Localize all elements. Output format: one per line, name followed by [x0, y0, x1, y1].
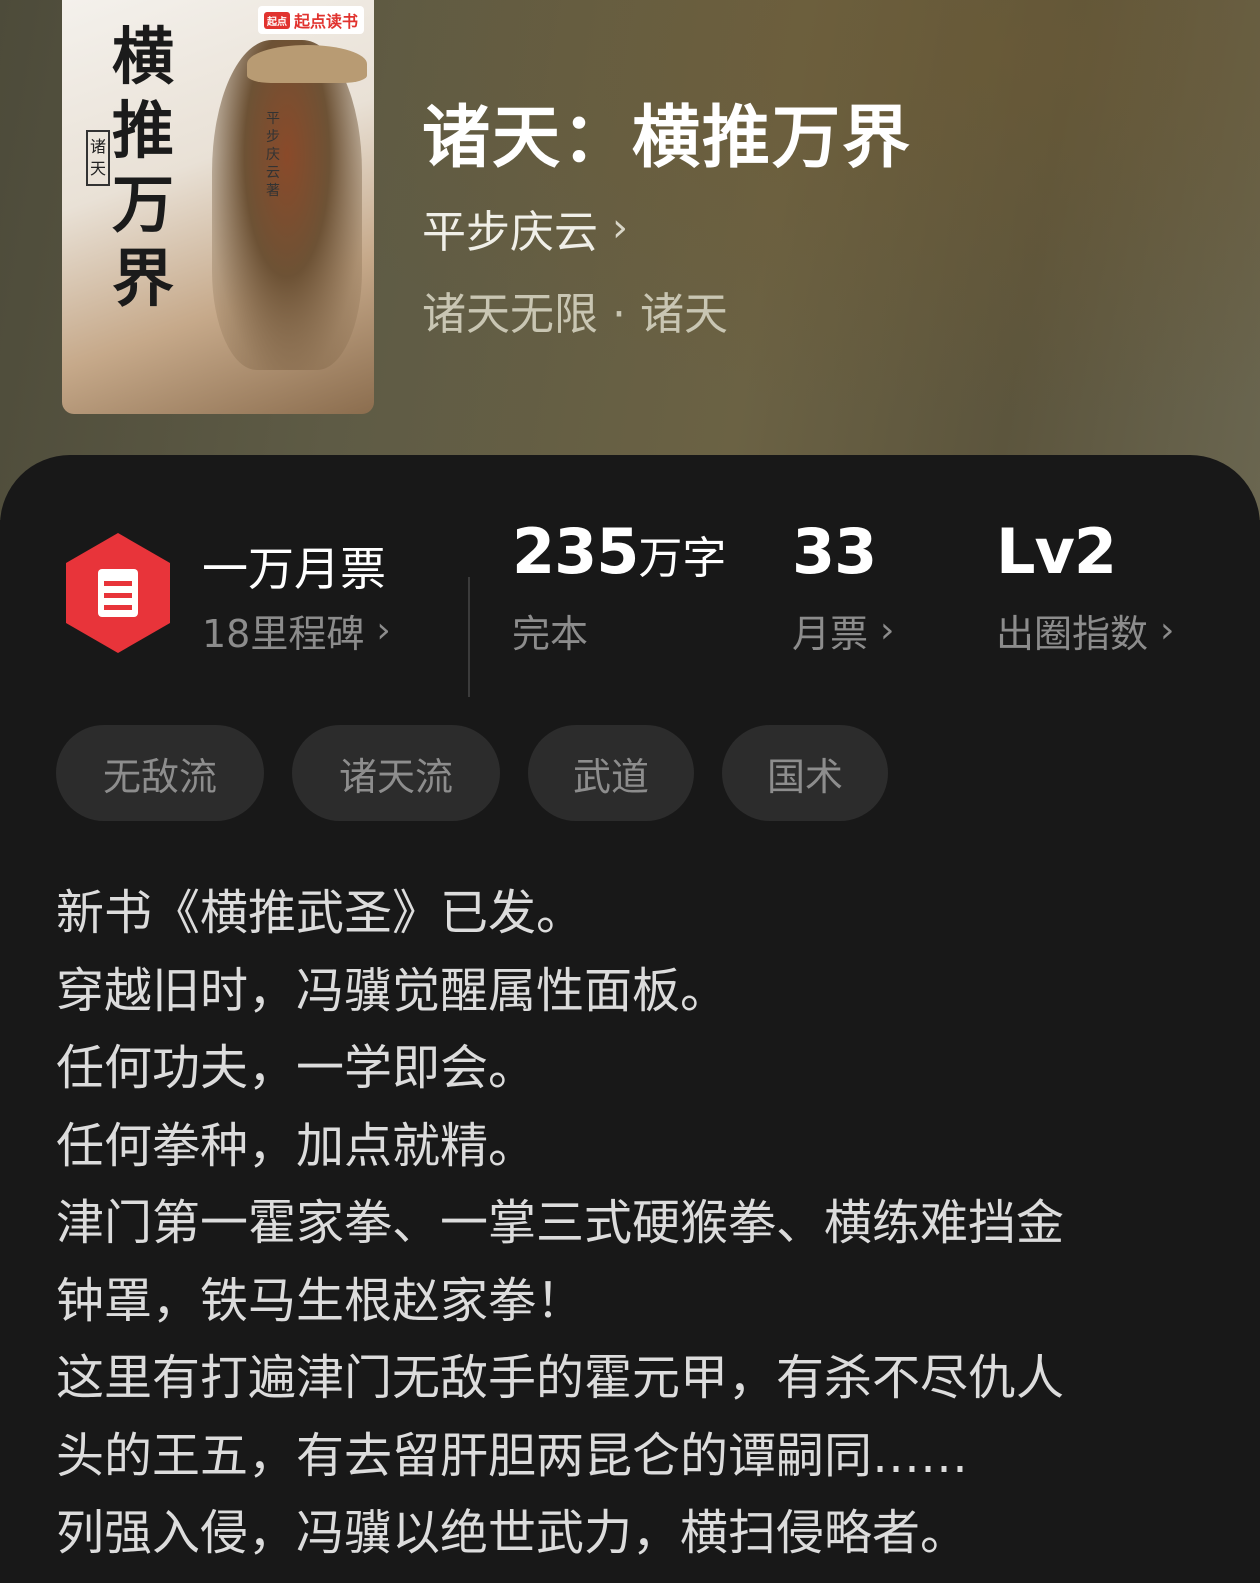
cover-publisher-badge: 起点 起点读书 [257, 6, 364, 34]
publisher-name: 起点读书 [293, 12, 358, 31]
cover-small-title: 诸天 [86, 130, 110, 186]
chevron-right-icon: › [376, 610, 391, 651]
popularity-index: Lv2 [996, 515, 1117, 588]
ticket-rank-label: 一万月票 [202, 542, 386, 596]
author-link[interactable]: 平步庆云 › [422, 196, 628, 260]
cover-calligraphy-title: 横推万界 [112, 20, 175, 315]
tag-chip[interactable]: 诸天流 [292, 725, 500, 821]
monthly-ticket-label: 月票 [792, 612, 869, 656]
book-genre[interactable]: 诸天无限 · 诸天 [422, 278, 728, 342]
tag-list: 无敌流 诸天流 武道 国术 [56, 725, 888, 821]
stats-divider [468, 577, 470, 697]
word-count-number: 235 [512, 515, 639, 588]
chevron-right-icon: › [612, 205, 628, 251]
stats-row: 一万月票 18里程碑 › 235万字 完本 33 月票 › Lv2 出圈指数 › [0, 515, 1260, 697]
content-panel: 一万月票 18里程碑 › 235万字 完本 33 月票 › Lv2 出圈指数 ›… [0, 455, 1260, 1583]
description-line: 新书《横推武圣》已发。 [56, 885, 585, 941]
completion-status: 完本 [512, 603, 588, 658]
description-line: 任何拳种，加点就精。 [56, 1117, 537, 1174]
tag-chip[interactable]: 武道 [528, 725, 694, 821]
description-line: 钟罩，铁马生根赵家拳！ [56, 1272, 585, 1329]
word-count-unit: 万字 [638, 533, 727, 584]
monthly-ticket-icon [66, 533, 170, 653]
cover-straw-hat [247, 45, 367, 83]
completion-label: 完本 [512, 612, 589, 656]
popularity-index-value: Lv2 [996, 515, 1117, 588]
book-title: 诸天：横推万界 [422, 98, 913, 178]
cover-author-vertical: 平步庆云 著 [266, 111, 280, 199]
popularity-index-label: 出圈指数 [996, 612, 1149, 656]
description-line: 这里有打遍津门无敌手的霍元甲，有杀不尽仇人 [56, 1350, 1065, 1406]
description-line: 津门第一霍家拳、一掌三式硬猴拳、横练难挡金 [56, 1195, 1065, 1251]
chevron-right-icon: › [880, 610, 895, 651]
description-line: 列强入侵，冯骥以绝世武力，横扫侵略者。 [56, 1505, 969, 1561]
monthly-ticket-count: 33 [792, 515, 877, 588]
book-description[interactable]: 新书《横推武圣》已发。 穿越旧时，冯骥觉醒属性面板。 任何功夫，一学即会。 任何… [56, 875, 1206, 1573]
description-line: 头的王五，有去留肝胆两昆仑的谭嗣同…… [56, 1427, 969, 1484]
monthly-ticket-number: 33 [792, 515, 877, 588]
cover-warrior-figure [212, 40, 362, 370]
tag-chip[interactable]: 国术 [722, 725, 888, 821]
tag-chip[interactable]: 无敌流 [56, 725, 264, 821]
word-count: 235万字 [512, 515, 726, 588]
milestone-label: 18里程碑 [202, 612, 365, 656]
description-line: 任何功夫，一学即会。 [56, 1040, 537, 1096]
milestone-link[interactable]: 18里程碑 › [202, 603, 391, 658]
description-line: 穿越旧时，冯骥觉醒属性面板。 [56, 962, 729, 1019]
publisher-logo-icon: 起点 [263, 11, 290, 29]
monthly-ticket-link[interactable]: 月票 › [792, 603, 894, 658]
author-name: 平步庆云 [422, 207, 598, 258]
book-cover[interactable]: 横推万界 诸天 平步庆云 著 起点 起点读书 [62, 0, 374, 414]
chevron-right-icon: › [1160, 610, 1175, 651]
popularity-index-link[interactable]: 出圈指数 › [996, 603, 1174, 658]
